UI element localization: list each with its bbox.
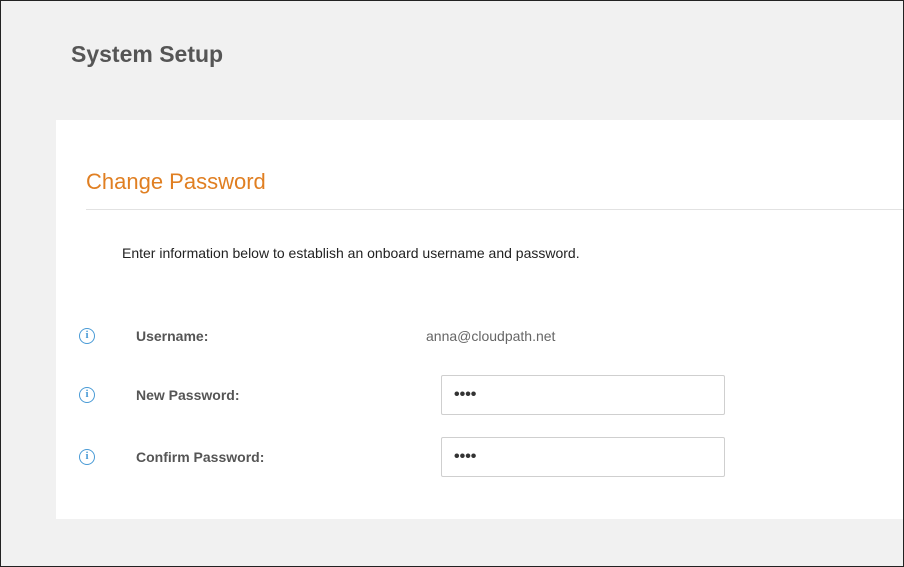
section-divider bbox=[86, 209, 903, 210]
new-password-row: i New Password: bbox=[56, 375, 903, 415]
page-title: System Setup bbox=[71, 41, 224, 67]
info-icon[interactable]: i bbox=[79, 449, 95, 465]
new-password-input[interactable] bbox=[441, 375, 725, 415]
username-label: Username: bbox=[136, 328, 209, 344]
setup-window: System Setup Change Password Enter infor… bbox=[0, 0, 904, 567]
confirm-password-row: i Confirm Password: bbox=[56, 437, 903, 477]
new-password-label: New Password: bbox=[136, 387, 240, 403]
instructions-text: Enter information below to establish an … bbox=[122, 245, 580, 261]
info-icon[interactable]: i bbox=[79, 328, 95, 344]
username-row: i Username: anna@cloudpath.net bbox=[56, 316, 903, 356]
info-icon[interactable]: i bbox=[79, 387, 95, 403]
section-title: Change Password bbox=[86, 169, 266, 194]
username-value: anna@cloudpath.net bbox=[426, 328, 556, 344]
change-password-panel: Change Password Enter information below … bbox=[56, 120, 903, 519]
confirm-password-input[interactable] bbox=[441, 437, 725, 477]
confirm-password-label: Confirm Password: bbox=[136, 449, 265, 465]
